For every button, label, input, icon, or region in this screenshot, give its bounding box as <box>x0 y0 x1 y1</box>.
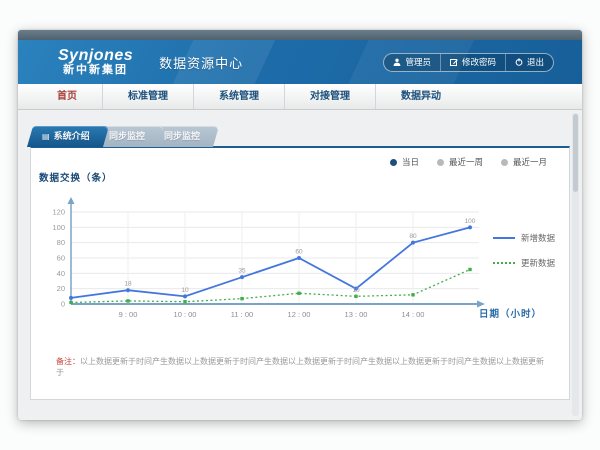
legend-item-updated-data: 更新数据 <box>493 257 555 269</box>
logout-label: 退出 <box>527 56 544 68</box>
radio-selected-icon <box>390 159 397 166</box>
svg-text:0: 0 <box>61 300 65 309</box>
tab-sync-monitor-1-label: 同步监控 <box>109 126 145 147</box>
power-icon <box>515 58 523 66</box>
svg-text:80: 80 <box>409 233 417 240</box>
svg-text:10: 10 <box>352 287 360 294</box>
line-chart: 0 20 40 60 80 100 120 9 : 00 10 : 00 11 : 00 12 : … <box>33 194 488 334</box>
time-range-filters: 当日 最近一周 最近一月 <box>390 156 547 168</box>
tab-system-intro[interactable]: ▤ 系统介绍 <box>27 126 109 147</box>
svg-text:100: 100 <box>52 223 65 232</box>
legend-updated-data-label: 更新数据 <box>521 257 555 269</box>
change-password-label: 修改密码 <box>462 56 496 68</box>
company-logo: Synjones 新中新集团 <box>58 48 133 76</box>
page-title: 数据资源中心 <box>159 53 243 72</box>
svg-text:11 : 00: 11 : 00 <box>231 310 253 319</box>
radio-icon <box>501 159 508 166</box>
svg-text:60: 60 <box>57 254 65 263</box>
svg-text:10: 10 <box>181 287 189 294</box>
user-menu: 管理员 修改密码 退出 <box>383 53 554 72</box>
nav-item-system-mgmt[interactable]: 系统管理 <box>193 84 284 109</box>
svg-text:80: 80 <box>57 238 65 247</box>
filter-today-label: 当日 <box>402 156 419 168</box>
svg-text:20: 20 <box>57 284 65 293</box>
logo-text-en: Synjones <box>58 48 133 65</box>
vertical-scrollbar[interactable] <box>572 113 579 416</box>
y-axis-title: 数据交换（条） <box>39 170 113 184</box>
edit-icon <box>450 58 458 66</box>
tab-bar: ▤ 系统介绍 同步监控 同步监控 <box>30 126 207 147</box>
radio-icon <box>437 159 444 166</box>
user-icon <box>393 58 401 66</box>
logout-button[interactable]: 退出 <box>505 54 553 71</box>
svg-text:120: 120 <box>52 208 65 217</box>
filter-last-month[interactable]: 最近一月 <box>501 156 547 168</box>
footnote-prefix: 备注： <box>56 357 80 366</box>
nav-item-interface-mgmt[interactable]: 对接管理 <box>284 84 375 109</box>
footnote-text: 以上数据更新于时间产生数据以上数据更新于时间产生数据以上数据更新于时间产生数据以… <box>56 357 544 377</box>
main-nav: 首页 标准管理 系统管理 对接管理 数据异动 <box>18 84 582 110</box>
svg-text:9 : 00: 9 : 00 <box>119 310 138 319</box>
window-top-strip <box>18 30 582 40</box>
green-dotted-swatch-icon <box>493 262 515 264</box>
svg-text:18: 18 <box>124 281 132 288</box>
legend-item-new-data: 新增数据 <box>493 232 555 244</box>
x-axis-title: 日期（小时） <box>479 306 542 320</box>
filter-last-month-label: 最近一月 <box>513 156 547 168</box>
filter-last-week[interactable]: 最近一周 <box>437 156 483 168</box>
svg-text:40: 40 <box>57 269 65 278</box>
admin-user-label: 管理员 <box>405 56 431 68</box>
nav-item-home[interactable]: 首页 <box>32 84 102 109</box>
svg-text:60: 60 <box>295 249 303 256</box>
footnote: 备注：以上数据更新于时间产生数据以上数据更新于时间产生数据以上数据更新于时间产生… <box>56 356 551 378</box>
svg-text:100: 100 <box>465 218 476 225</box>
chart-legend: 新增数据 更新数据 <box>493 232 555 282</box>
filter-today[interactable]: 当日 <box>390 156 419 168</box>
nav-item-data-change[interactable]: 数据异动 <box>375 84 466 109</box>
tab-system-intro-label: 系统介绍 <box>54 126 90 147</box>
document-icon: ▤ <box>42 133 50 141</box>
filter-last-week-label: 最近一周 <box>449 156 483 168</box>
svg-text:12 : 00: 12 : 00 <box>288 310 311 319</box>
app-window: Synjones 新中新集团 数据资源中心 管理员 修改密码 退出 <box>18 30 582 420</box>
svg-text:14 : 00: 14 : 00 <box>402 310 425 319</box>
scrollbar-thumb[interactable] <box>573 114 578 192</box>
tab-sync-monitor-2-label: 同步监控 <box>164 126 200 147</box>
nav-item-standard-mgmt[interactable]: 标准管理 <box>102 84 193 109</box>
svg-text:13 : 00: 13 : 00 <box>345 310 368 319</box>
admin-user-button[interactable]: 管理员 <box>384 54 440 71</box>
content-area: ▤ 系统介绍 同步监控 同步监控 当日 最近一周 <box>18 110 582 420</box>
svg-text:35: 35 <box>238 268 246 275</box>
app-header: Synjones 新中新集团 数据资源中心 管理员 修改密码 退出 <box>18 40 582 84</box>
blue-line-swatch-icon <box>493 237 515 239</box>
legend-new-data-label: 新增数据 <box>521 232 555 244</box>
chart-panel: 当日 最近一周 最近一月 数据交换（条） 0 20 40 60 80 100 120 9 : … <box>30 146 570 400</box>
logo-text-cn: 新中新集团 <box>58 65 133 77</box>
change-password-button[interactable]: 修改密码 <box>440 54 505 71</box>
svg-text:10 : 00: 10 : 00 <box>174 310 197 319</box>
